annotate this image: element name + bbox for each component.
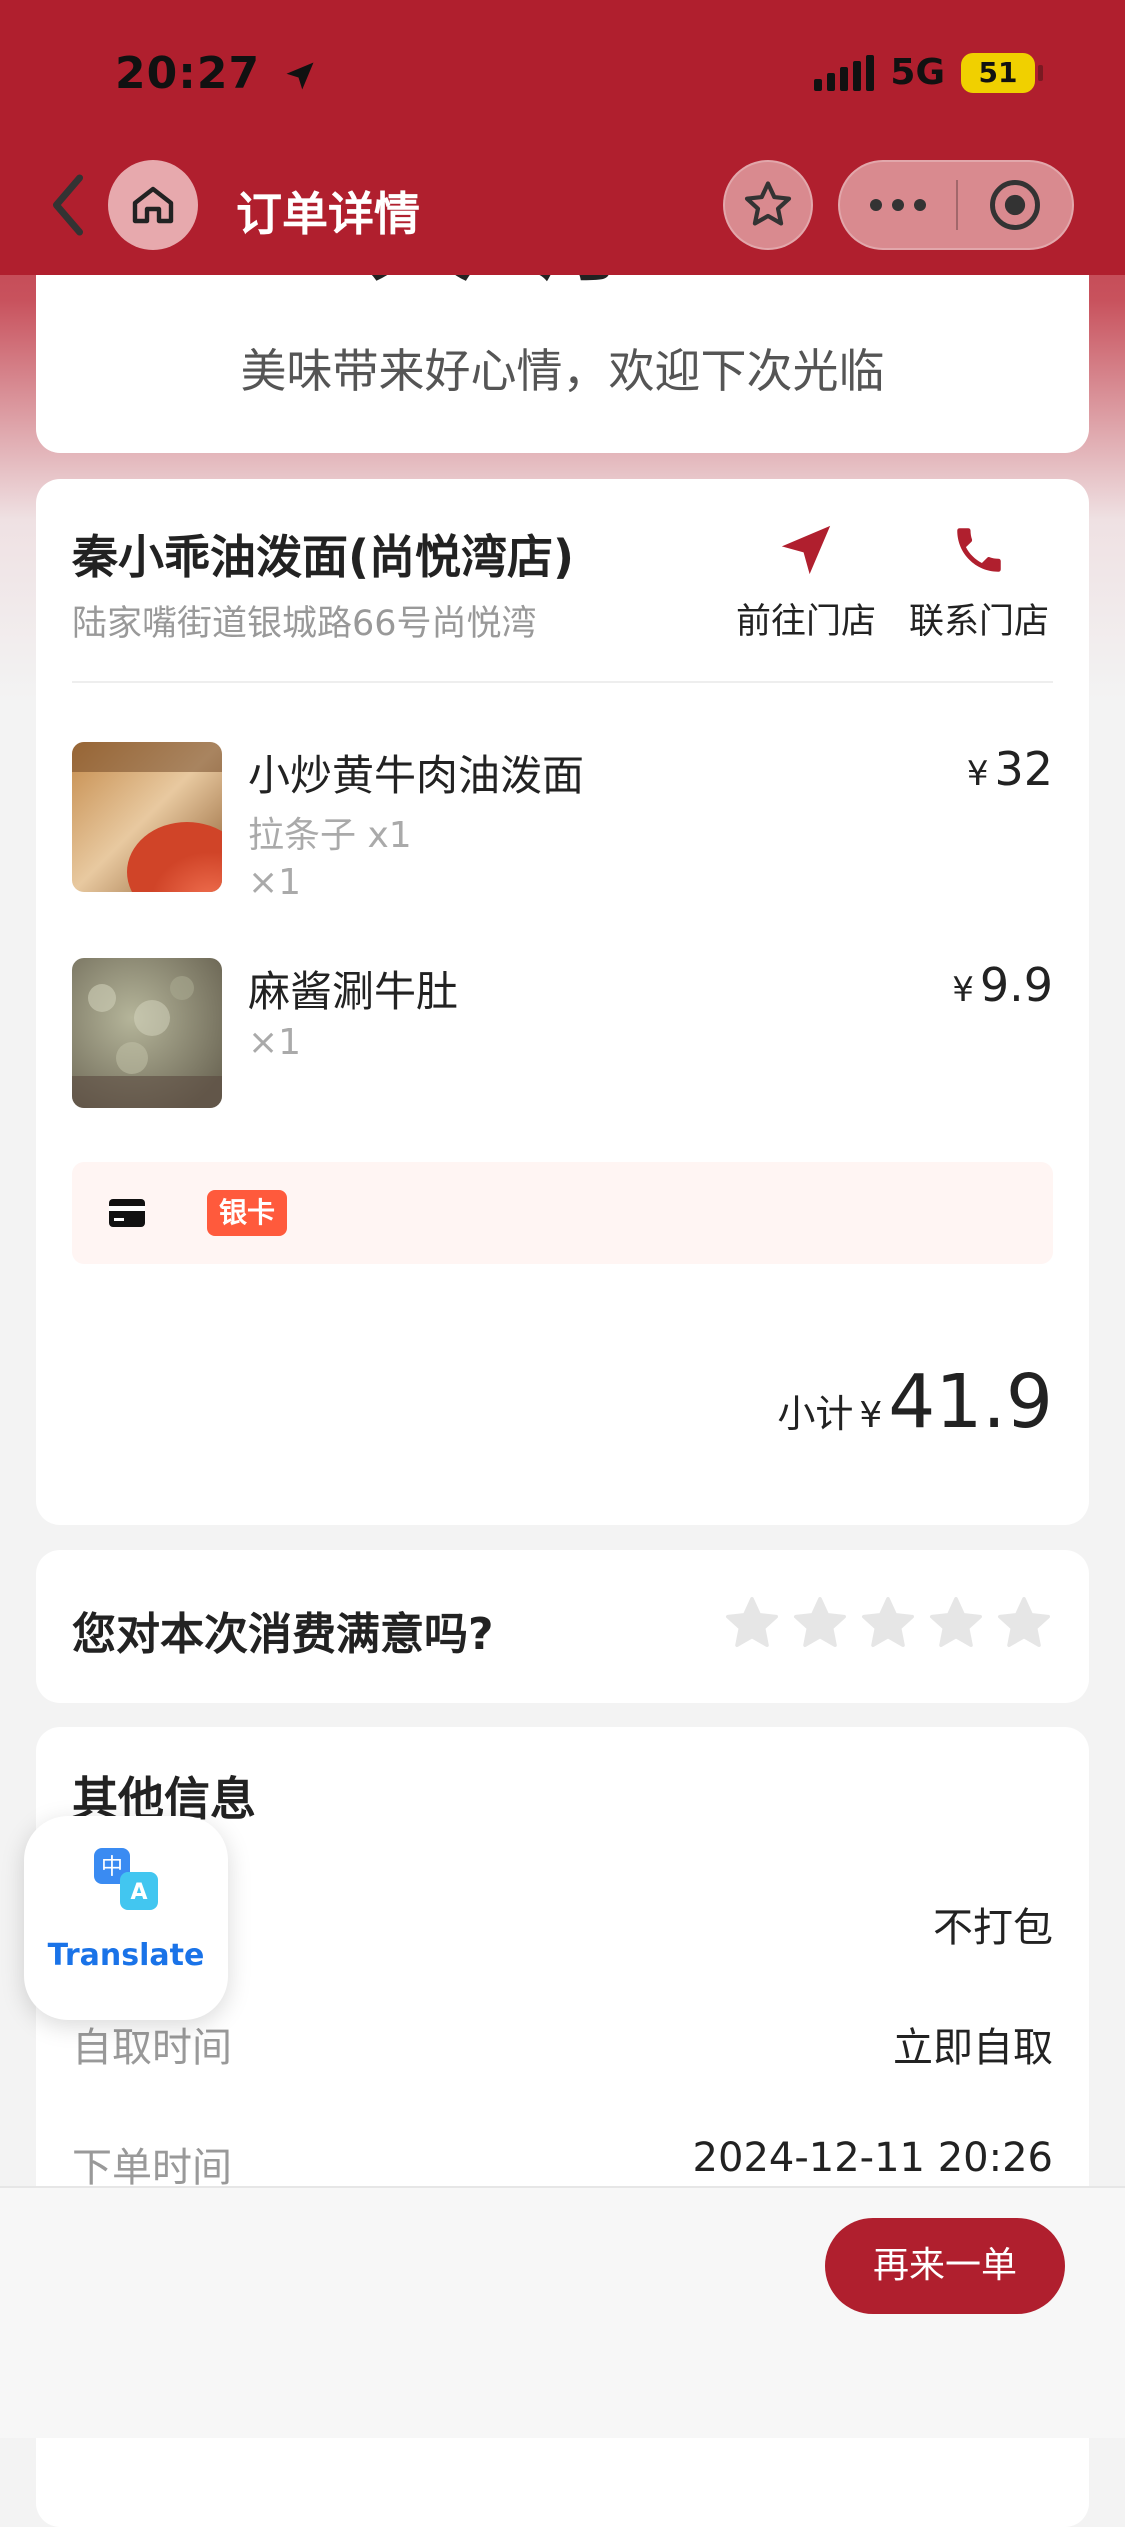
page-title: 订单详情 [236, 187, 420, 241]
star-icon[interactable] [723, 1594, 781, 1652]
more-dots-icon [870, 199, 926, 211]
star-rating[interactable] [723, 1594, 1053, 1652]
favorite-button[interactable] [723, 160, 813, 250]
item-spec: 拉条子 x1 [248, 815, 412, 856]
contact-store-button[interactable]: 联系门店 [904, 521, 1054, 644]
chevron-left-icon [52, 174, 84, 236]
star-icon[interactable] [859, 1594, 917, 1652]
item-name: 麻酱涮牛肚 [248, 967, 459, 1016]
info-key: 下单时间 [72, 2145, 232, 2191]
more-button[interactable] [840, 162, 956, 248]
info-value: 不打包 [933, 1905, 1053, 1951]
star-icon[interactable] [791, 1594, 849, 1652]
close-miniapp-button[interactable] [958, 162, 1072, 248]
signal-icon [814, 54, 875, 91]
navigate-store-label: 前往门店 [735, 602, 876, 642]
order-card: 秦小乖油泼面(尚悦湾店) 陆家嘴街道银城路66号尚悦湾 前往门店 联系门店 小炒… [36, 479, 1089, 1525]
subtotal-label: 小计 [777, 1392, 854, 1436]
subtotal-currency: ¥ [859, 1395, 883, 1436]
star-icon[interactable] [995, 1594, 1053, 1652]
translate-icon: 中 A [94, 1848, 158, 1910]
navigation-arrow-icon [781, 525, 831, 575]
contact-store-label: 联系门店 [908, 602, 1049, 642]
phone-icon [957, 528, 1001, 572]
item-price: ¥9.9 [952, 958, 1053, 1012]
star-icon[interactable] [927, 1594, 985, 1652]
tagline: 美味带来好心情，欢迎下次光临 [240, 344, 885, 398]
order-item: 小炒黄牛肉油泼面 拉条子 x1 ×1 ¥32 [72, 742, 1053, 912]
translate-label: Translate [47, 1938, 205, 1973]
member-tag: 银卡 [207, 1190, 288, 1236]
item-image [72, 958, 222, 1108]
subtotal: 小计 ¥ 41.9 [777, 1359, 1053, 1445]
svg-text:中: 中 [101, 1855, 123, 1880]
reorder-button[interactable]: 再来一单 [825, 2218, 1065, 2314]
info-key: 自取时间 [72, 2025, 232, 2071]
home-button[interactable] [108, 160, 198, 250]
translate-button[interactable]: 中 A Translate [24, 1816, 228, 2020]
star-outline-icon [744, 181, 792, 226]
payment-method: 银卡 [72, 1162, 1053, 1264]
item-image [72, 742, 222, 892]
header-bar: 20:27 5G 51 订单详情 [0, 0, 1125, 275]
order-item: 麻酱涮牛肚 ×1 ¥9.9 [72, 958, 1053, 1118]
target-circle-icon [990, 180, 1040, 230]
item-name: 小炒黄牛肉油泼面 [248, 751, 585, 800]
status-indicators: 5G 51 [814, 52, 1043, 93]
rating-card: 您对本次消费满意吗? [36, 1550, 1089, 1703]
item-quantity: ×1 [248, 862, 302, 903]
item-quantity: ×1 [248, 1022, 302, 1063]
svg-text:A: A [130, 1880, 147, 1905]
info-value: 立即自取 [893, 2025, 1053, 2071]
location-arrow-icon [286, 62, 314, 90]
bank-card-icon [109, 1199, 145, 1227]
item-price: ¥32 [966, 742, 1053, 796]
network-label: 5G [890, 52, 945, 93]
home-icon [132, 186, 174, 224]
divider [72, 681, 1053, 683]
bottom-bar: 再来一单 [0, 2186, 1125, 2438]
rating-question: 您对本次消费满意吗? [72, 1609, 494, 1660]
store-address: 陆家嘴街道银城路66号尚悦湾 [72, 604, 537, 644]
store-name: 秦小乖油泼面(尚悦湾店) [72, 530, 575, 584]
navigate-store-button[interactable]: 前往门店 [731, 521, 881, 644]
status-time: 20:27 [115, 48, 318, 99]
miniapp-capsule [838, 160, 1074, 250]
back-button[interactable] [40, 170, 96, 240]
subtotal-amount: 41.9 [888, 1359, 1053, 1445]
battery-icon: 51 [961, 52, 1043, 93]
info-value: 2024-12-11 20:26 [692, 2135, 1053, 2181]
